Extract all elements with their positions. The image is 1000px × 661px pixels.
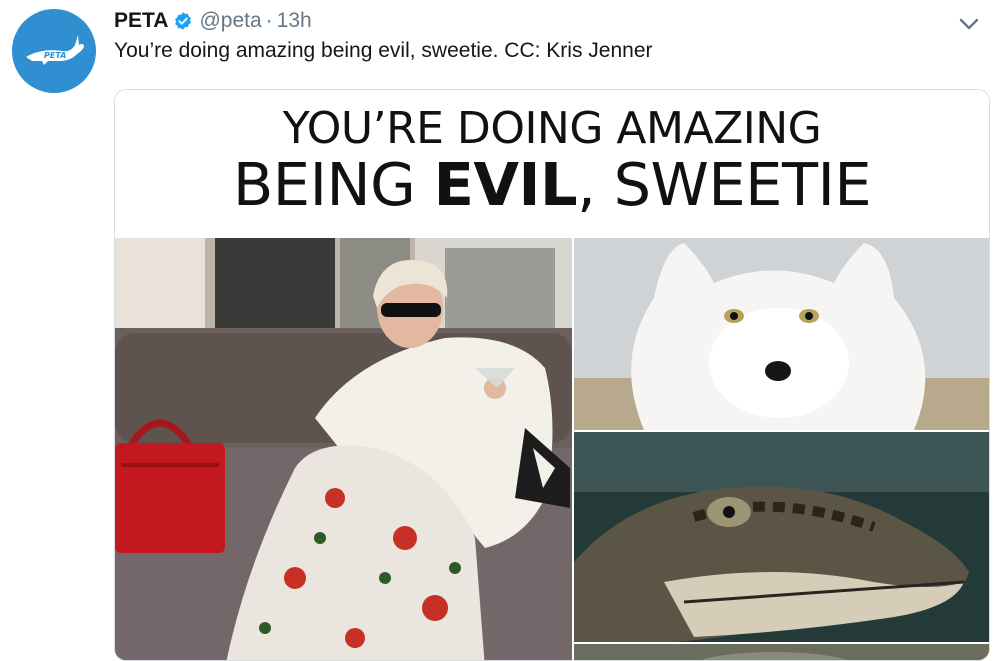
avatar[interactable]: PETA <box>12 9 96 93</box>
headline-line2-post: , SWEETIE <box>577 150 872 219</box>
headline-line2: BEING EVIL, SWEETIE <box>115 154 989 216</box>
tweet-media-card[interactable]: YOU’RE DOING AMAZING BEING EVIL, SWEETIE <box>114 89 990 661</box>
headline-line1: YOU’RE DOING AMAZING <box>282 103 822 154</box>
image-headline: YOU’RE DOING AMAZING BEING EVIL, SWEETIE <box>115 104 989 216</box>
separator-dot: · <box>265 9 273 32</box>
author-row: PETA @peta · 13h <box>114 7 940 35</box>
chevron-down-icon[interactable] <box>956 14 982 34</box>
headline-line2-bold: EVIL <box>433 150 578 219</box>
photo-bottom-partial <box>574 644 989 660</box>
verified-badge-icon <box>173 11 193 31</box>
photo-alligator <box>574 432 989 642</box>
tweet-text: You’re doing amazing being evil, sweetie… <box>114 39 653 62</box>
photo-arctic-fox <box>574 238 989 430</box>
photo-woman-in-fur <box>115 238 572 660</box>
tweet-timestamp[interactable]: 13h <box>277 7 312 35</box>
tweet-header: PETA @peta · 13h You’re doing amazing be… <box>114 7 940 65</box>
avatar-logo-text: PETA <box>44 51 66 60</box>
author-handle[interactable]: @peta <box>199 7 261 35</box>
headline-line2-pre: BEING <box>232 150 434 219</box>
peta-rabbit-logo-icon: PETA <box>26 35 84 65</box>
author-name[interactable]: PETA <box>114 7 168 35</box>
